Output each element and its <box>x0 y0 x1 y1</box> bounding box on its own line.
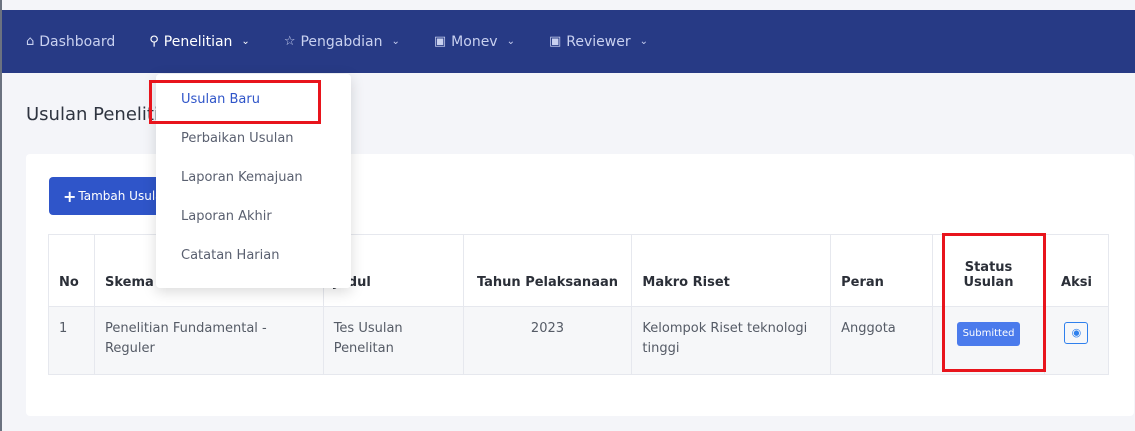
cell-makro: Kelompok Riset teknologi tinggi <box>631 306 832 375</box>
top-navbar: ⌂ Dashboard ⚲ Penelitian ⌄ ☆ Pengabdian … <box>2 10 1135 73</box>
search-icon: ⚲ <box>149 34 159 49</box>
col-tahun: Tahun Pelaksanaan <box>462 234 633 307</box>
star-icon: ☆ <box>283 34 296 49</box>
nav-dashboard[interactable]: ⌂ Dashboard <box>26 34 115 50</box>
cell-status: Submitted <box>932 306 1045 375</box>
cell-peran: Anggota <box>830 306 934 375</box>
cell-skema: Penelitian Fundamental - Reguler <box>93 306 324 375</box>
col-aksi: Aksi <box>1043 234 1110 307</box>
cell-no: 1 <box>48 306 95 375</box>
cell-tahun: 2023 <box>462 306 633 375</box>
chevron-down-icon: ⌄ <box>241 36 250 47</box>
menu-item-laporan-kemajuan[interactable]: Laporan Kemajuan <box>156 158 351 197</box>
nav-reviewer[interactable]: ▣ Reviewer ⌄ <box>549 34 648 50</box>
menu-item-perbaikan-usulan[interactable]: Perbaikan Usulan <box>156 119 351 158</box>
doc-icon: ▣ <box>548 34 562 49</box>
nav-penelitian[interactable]: ⚲ Penelitian ⌄ <box>149 34 250 50</box>
col-no: No <box>48 234 95 307</box>
nav-pengabdian[interactable]: ☆ Pengabdian ⌄ <box>284 34 400 50</box>
chevron-down-icon: ⌄ <box>391 36 400 47</box>
chevron-down-icon: ⌄ <box>506 36 515 47</box>
status-badge: Submitted <box>956 322 1021 346</box>
penelitian-dropdown-menu: Usulan Baru Perbaikan Usulan Laporan Kem… <box>156 74 351 288</box>
cell-judul: Tes Usulan Penelitan <box>322 306 464 375</box>
col-makro: Makro Riset <box>631 234 832 307</box>
doc-icon: ▣ <box>433 34 447 49</box>
nav-label: Reviewer <box>566 33 631 50</box>
eye-icon: ◉ <box>1071 326 1082 339</box>
view-button[interactable]: ◉ <box>1064 322 1089 344</box>
col-status: Status Usulan <box>932 234 1045 307</box>
nav-label: Monev <box>451 33 498 50</box>
nav-label: Dashboard <box>39 33 116 50</box>
menu-item-catatan-harian[interactable]: Catatan Harian <box>156 236 351 275</box>
col-peran: Peran <box>830 234 934 307</box>
chevron-down-icon: ⌄ <box>639 36 648 47</box>
plus-icon: + <box>63 186 77 206</box>
table-row: 1 Penelitian Fundamental - Reguler Tes U… <box>48 306 1110 375</box>
nav-label: Pengabdian <box>300 33 383 50</box>
home-icon: ⌂ <box>26 34 35 49</box>
nav-label: Penelitian <box>163 33 233 50</box>
nav-monev[interactable]: ▣ Monev ⌄ <box>434 34 515 50</box>
menu-item-usulan-baru[interactable]: Usulan Baru <box>156 80 351 119</box>
cell-aksi: ◉ <box>1043 306 1110 375</box>
menu-item-laporan-akhir[interactable]: Laporan Akhir <box>156 197 351 236</box>
